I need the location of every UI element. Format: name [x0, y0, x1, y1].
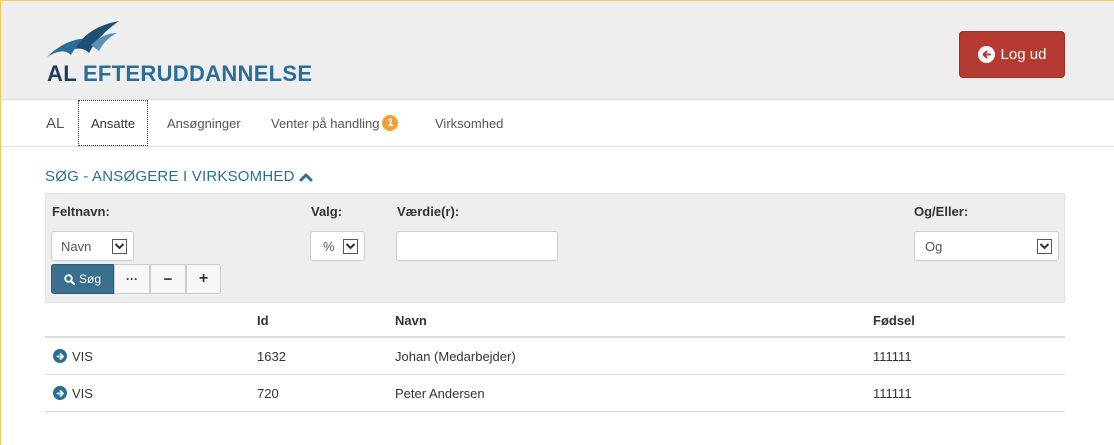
tab-venter-paa-handling[interactable]: Venter på handling 1: [271, 100, 399, 146]
table-row: VIS 1632 Johan (Medarbejder) 111111: [45, 338, 1065, 375]
nav-brand[interactable]: AL: [46, 100, 64, 146]
remove-row-button[interactable]: −: [150, 264, 186, 294]
chevron-down-icon: [343, 238, 358, 254]
og-eller-label: Og/Eller:: [914, 204, 969, 219]
table-row: VIS 720 Peter Andersen 111111: [45, 375, 1065, 412]
vaerdi-label: Værdie(r):: [397, 204, 460, 219]
tab-ansoegninger[interactable]: Ansøgninger: [167, 100, 241, 146]
pending-count-badge: 1: [382, 115, 399, 131]
search-button-label: Søg: [78, 272, 101, 286]
section-title: SØG - ANSØGERE I VIRKSOMHED: [45, 168, 295, 185]
arrow-right-circle-icon: [53, 349, 67, 363]
column-header-id: Id: [257, 312, 269, 328]
vis-link[interactable]: VIS: [53, 375, 93, 411]
feltnavn-value: Navn: [61, 238, 92, 254]
cell-id: 720: [257, 385, 279, 401]
feltnavn-label: Feltnavn:: [52, 204, 110, 219]
cell-navn: Peter Andersen: [395, 385, 485, 401]
bird-logo-icon: [47, 21, 119, 57]
vis-label: VIS: [72, 385, 93, 401]
search-icon: [64, 273, 75, 285]
chevron-down-icon: [112, 238, 127, 254]
more-options-button[interactable]: ···: [114, 264, 150, 294]
cell-foedsel: 111111: [873, 385, 912, 401]
chevron-down-icon: [1037, 238, 1052, 254]
og-eller-select[interactable]: Og: [914, 231, 1059, 261]
tab-venter-label: Venter på handling: [271, 115, 380, 131]
chevron-up-icon: [299, 173, 313, 181]
search-panel: Feltnavn: Valg: Værdie(r): Og/Eller: Nav…: [45, 193, 1065, 303]
feltnavn-select[interactable]: Navn: [51, 231, 134, 261]
arrow-right-circle-icon: [53, 386, 67, 400]
header: AL EFTERUDDANNELSE Log ud: [1, 1, 1114, 100]
search-button[interactable]: Søg: [51, 264, 114, 294]
cell-foedsel: 111111: [873, 348, 912, 364]
logo-al: AL: [47, 61, 77, 86]
tab-virksomhed-label: Virksomhed: [435, 115, 504, 131]
logo-text: AL EFTERUDDANNELSE: [47, 61, 312, 87]
vaerdi-input[interactable]: [396, 231, 558, 261]
main-nav: AL Ansatte Ansøgninger Venter på handlin…: [1, 100, 1114, 147]
cell-id: 1632: [257, 348, 286, 364]
logo[interactable]: AL EFTERUDDANNELSE: [45, 19, 312, 89]
arrow-left-circle-icon: [977, 46, 995, 63]
vis-link[interactable]: VIS: [53, 338, 93, 374]
logo-efteruddannelse: EFTERUDDANNELSE: [82, 61, 313, 86]
og-eller-value: Og: [925, 238, 943, 254]
vis-label: VIS: [72, 348, 93, 364]
logout-label: Log ud: [1000, 46, 1047, 63]
table-header: Id Navn Fødsel: [45, 304, 1065, 338]
tab-virksomhed[interactable]: Virksomhed: [435, 100, 503, 146]
search-section-toggle[interactable]: SØG - ANSØGERE I VIRKSOMHED: [45, 168, 313, 185]
valg-label: Valg:: [311, 204, 343, 219]
cell-navn: Johan (Medarbejder): [395, 348, 516, 364]
logout-button[interactable]: Log ud: [959, 31, 1065, 78]
tab-ansatte[interactable]: Ansatte: [78, 100, 149, 146]
column-header-navn: Navn: [395, 312, 427, 328]
valg-value: %: [323, 238, 335, 254]
tab-ansatte-label: Ansatte: [91, 115, 136, 131]
results-table: Id Navn Fødsel VIS 1632 Johan (Medarbejd…: [45, 304, 1065, 412]
column-header-foedsel: Fødsel: [873, 312, 915, 328]
tab-ansoegninger-label: Ansøgninger: [167, 115, 241, 131]
valg-select[interactable]: %: [310, 231, 365, 261]
add-row-button[interactable]: +: [186, 264, 221, 294]
